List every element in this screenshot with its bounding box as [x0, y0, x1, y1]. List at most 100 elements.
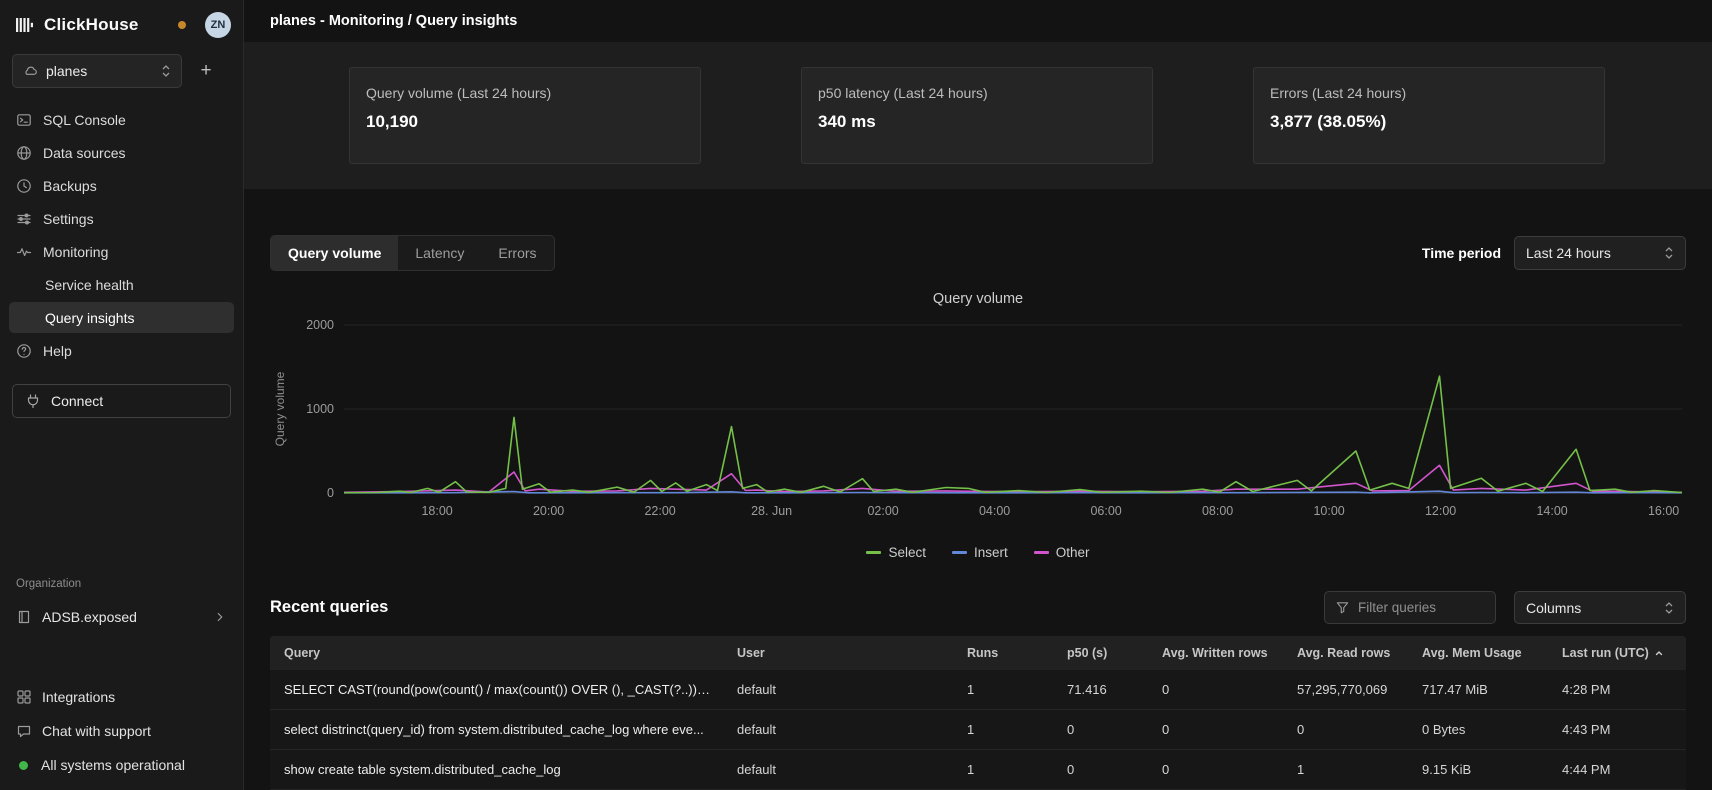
stat-label: Errors (Last 24 hours) — [1270, 85, 1588, 101]
service-row: planes + — [0, 48, 243, 88]
cell-p50: 71.416 — [1055, 670, 1150, 709]
cell-query: select distrinct(query_id) from system.d… — [270, 710, 725, 749]
integrations-item[interactable]: Integrations — [0, 680, 243, 714]
terminal-icon — [16, 112, 32, 128]
time-period-select[interactable]: Last 24 hours — [1514, 236, 1686, 270]
cell-p50: 0 — [1055, 710, 1150, 749]
main-area: planes - Monitoring / Query insights Que… — [244, 0, 1712, 790]
column-header-query[interactable]: Query — [270, 636, 725, 670]
cell-written: 0 — [1150, 710, 1285, 749]
columns-select[interactable]: Columns — [1514, 591, 1686, 624]
sidebar-nav: SQL Console Data sources Backups Setting… — [0, 104, 243, 366]
x-tick-label: 20:00 — [533, 504, 564, 518]
sidebar-item-query-insights[interactable]: Query insights — [9, 302, 234, 333]
recent-queries-title: Recent queries — [270, 598, 1324, 617]
column-header-runs[interactable]: Runs — [955, 636, 1055, 670]
footer-item-label: Integrations — [42, 689, 115, 705]
column-header-p50[interactable]: p50 (s) — [1055, 636, 1150, 670]
system-status-item[interactable]: All systems operational — [0, 748, 243, 782]
tab-errors[interactable]: Errors — [481, 236, 553, 270]
sidebar-spacer — [0, 418, 243, 578]
chevron-up-down-icon — [161, 64, 171, 78]
sidebar-item-label: Service health — [45, 277, 134, 293]
x-tick-label: 18:00 — [421, 504, 452, 518]
cell-last_run: 4:44 PM — [1550, 750, 1686, 789]
footer-item-label: All systems operational — [41, 757, 185, 773]
x-tick-label: 12:00 — [1425, 504, 1456, 518]
sidebar-item-settings[interactable]: Settings — [0, 203, 243, 234]
column-header-avg-read-rows[interactable]: Avg. Read rows — [1285, 636, 1410, 670]
column-header-avg-mem-usage[interactable]: Avg. Mem Usage — [1410, 636, 1550, 670]
series-select-line — [344, 376, 1682, 493]
plug-icon — [25, 393, 41, 409]
service-selector[interactable]: planes — [12, 54, 182, 88]
legend-item-select[interactable]: Select — [866, 545, 926, 560]
legend-swatch-insert — [952, 551, 967, 554]
organization-section-label: Organization — [0, 578, 243, 590]
legend-swatch-other — [1034, 551, 1049, 554]
column-header-avg-written-rows[interactable]: Avg. Written rows — [1150, 636, 1285, 670]
x-tick-label: 02:00 — [867, 504, 898, 518]
app-root: ClickHouse ZN planes + SQL Console — [0, 0, 1712, 790]
connect-button[interactable]: Connect — [12, 384, 231, 418]
y-axis-label: Query volume — [273, 371, 287, 446]
filter-queries-input[interactable] — [1358, 600, 1470, 615]
add-service-button[interactable]: + — [190, 55, 222, 87]
query-volume-chart: 01000200018:0020:0022:0028. Jun02:0004:0… — [270, 309, 1686, 537]
y-tick-label: 0 — [327, 486, 334, 500]
chat-support-item[interactable]: Chat with support — [0, 714, 243, 748]
legend-item-insert[interactable]: Insert — [952, 545, 1008, 560]
stat-label: Query volume (Last 24 hours) — [366, 85, 684, 101]
tab-latency[interactable]: Latency — [398, 236, 481, 270]
table-row[interactable]: show create table system.distributed_cac… — [270, 750, 1686, 790]
notification-dot — [178, 21, 186, 29]
x-tick-label: 22:00 — [644, 504, 675, 518]
sidebar-item-label: Monitoring — [43, 244, 108, 260]
blocks-icon — [16, 689, 32, 705]
x-tick-label: 16:00 — [1648, 504, 1679, 518]
cell-last_run: 4:43 PM — [1550, 710, 1686, 749]
cell-query: show create table system.distributed_cac… — [270, 750, 725, 789]
controls-row: Query volume Latency Errors Time period … — [270, 235, 1686, 271]
table-row[interactable]: select distrinct(query_id) from system.d… — [270, 710, 1686, 750]
time-period-label: Time period — [1422, 245, 1501, 261]
sidebar-item-label: SQL Console — [43, 112, 126, 128]
chart-legend: Select Insert Other — [270, 541, 1686, 563]
sidebar-item-service-health[interactable]: Service health — [0, 269, 243, 300]
column-header-last-run[interactable]: Last run (UTC) — [1550, 636, 1686, 670]
cell-read: 57,295,770,069 — [1285, 670, 1410, 709]
cell-runs: 1 — [955, 670, 1055, 709]
stat-value: 340 ms — [818, 112, 1136, 132]
cell-written: 0 — [1150, 750, 1285, 789]
sidebar-item-monitoring[interactable]: Monitoring — [0, 236, 243, 267]
organization-row[interactable]: ADSB.exposed — [0, 602, 243, 632]
sidebar-item-backups[interactable]: Backups — [0, 170, 243, 201]
globe-icon — [16, 145, 32, 161]
cloud-service-icon — [23, 64, 38, 79]
sidebar-footer: Integrations Chat with support All syste… — [0, 680, 243, 790]
chart-title: Query volume — [270, 291, 1686, 309]
sort-ascending-icon — [1654, 648, 1664, 658]
legend-label: Insert — [974, 545, 1008, 560]
stats-strip: Query volume (Last 24 hours) 10,190 p50 … — [244, 42, 1712, 189]
sidebar: ClickHouse ZN planes + SQL Console — [0, 0, 244, 790]
table-row[interactable]: SELECT CAST(round(pow(count() / max(coun… — [270, 670, 1686, 710]
sidebar-item-sql-console[interactable]: SQL Console — [0, 104, 243, 135]
content: Query volume Latency Errors Time period … — [244, 189, 1712, 790]
cell-mem: 9.15 KiB — [1410, 750, 1550, 789]
cell-runs: 1 — [955, 750, 1055, 789]
sidebar-item-help[interactable]: Help — [0, 335, 243, 366]
cell-read: 0 — [1285, 710, 1410, 749]
tab-query-volume[interactable]: Query volume — [271, 236, 398, 270]
sidebar-item-label: Data sources — [43, 145, 125, 161]
legend-item-other[interactable]: Other — [1034, 545, 1090, 560]
table-header-row: Query User Runs p50 (s) Avg. Written row… — [270, 636, 1686, 670]
clickhouse-logo-icon — [16, 17, 35, 33]
column-header-user[interactable]: User — [725, 636, 955, 670]
cell-query: SELECT CAST(round(pow(count() / max(coun… — [270, 670, 725, 709]
avatar[interactable]: ZN — [205, 12, 231, 38]
columns-select-label: Columns — [1526, 600, 1656, 616]
pulse-chart-icon — [16, 244, 32, 260]
funnel-icon — [1335, 600, 1350, 615]
sidebar-item-data-sources[interactable]: Data sources — [0, 137, 243, 168]
